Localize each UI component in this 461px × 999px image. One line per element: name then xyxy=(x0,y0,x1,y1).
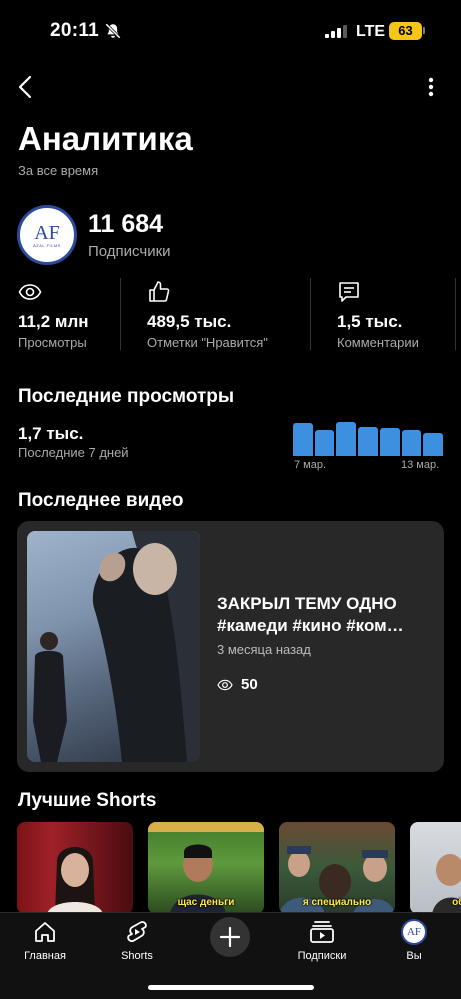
thumbs-up-icon xyxy=(149,281,170,302)
subscriptions-icon xyxy=(310,921,334,943)
chart-bar xyxy=(314,430,335,456)
comment-icon xyxy=(339,282,359,302)
video-title-line: ЗАКРЫЛ ТЕМУ ОДНО xyxy=(217,594,397,613)
recent-views-label: Последние 7 дней xyxy=(18,445,129,460)
divider xyxy=(455,278,456,350)
chart-bar xyxy=(358,427,378,456)
date-range-label: За все время xyxy=(18,163,99,178)
video-thumbnail-image xyxy=(33,531,200,762)
stat-label: Отметки "Нравится" xyxy=(147,335,268,350)
chart-bar xyxy=(336,422,357,456)
tab-label: Главная xyxy=(24,950,66,962)
recent-views-value: 1,7 тыс. xyxy=(18,424,84,443)
avatar: AF xyxy=(401,919,427,945)
tab-label: Shorts xyxy=(121,950,153,962)
subscriber-count: 11 684 xyxy=(88,210,164,238)
eye-icon xyxy=(217,679,233,690)
chart-axis-end: 13 мар. xyxy=(401,459,440,471)
battery-icon: 63 xyxy=(389,22,422,40)
tab-label: Подписки xyxy=(297,950,347,962)
recent-views-chart[interactable] xyxy=(293,420,444,456)
home-indicator xyxy=(148,985,314,990)
shorts-row: щас деньги я специально обе xyxy=(17,822,461,914)
network-type: LTE xyxy=(356,23,386,40)
tab-shorts[interactable]: Shorts xyxy=(102,919,172,971)
video-views: 50 xyxy=(217,676,258,693)
short-caption: обе xyxy=(452,897,461,908)
signal-icon xyxy=(325,24,349,38)
chart-bar xyxy=(423,433,444,456)
short-caption: я специально xyxy=(302,897,372,908)
stat-value: 1,5 тыс. xyxy=(337,312,403,331)
video-title[interactable]: ЗАКРЫЛ ТЕМУ ОДНО #камеди #кино #ком… xyxy=(217,593,432,637)
video-views-count: 50 xyxy=(241,676,258,693)
eye-icon xyxy=(18,284,42,300)
tab-label: Вы xyxy=(406,950,422,962)
home-icon xyxy=(35,922,55,942)
stat-likes[interactable]: 489,5 тыс. Отметки "Нравится" xyxy=(147,280,268,352)
stat-value: 489,5 тыс. xyxy=(147,312,232,331)
stat-views[interactable]: 11,2 млн Просмотры xyxy=(18,280,89,352)
avatar-logo-text: AF xyxy=(34,221,60,244)
short-thumbnail[interactable]: я специально xyxy=(279,822,395,914)
more-options-icon[interactable] xyxy=(419,74,443,100)
battery-cap xyxy=(423,27,425,34)
subscriber-label: Подписчики xyxy=(88,243,171,260)
stat-label: Просмотры xyxy=(18,335,87,350)
chart-bar xyxy=(379,428,400,456)
stat-comments[interactable]: 1,5 тыс. Комментарии xyxy=(337,280,419,352)
video-age: 3 месяца назад xyxy=(217,642,311,657)
section-title-top-shorts: Лучшие Shorts xyxy=(18,790,157,811)
tab-subscriptions[interactable]: Подписки xyxy=(287,919,357,971)
tab-you[interactable]: AF Вы xyxy=(379,919,449,971)
video-title-line: #камеди #кино #ком… xyxy=(217,616,404,635)
divider xyxy=(120,278,121,350)
chart-axis-start: 7 мар. xyxy=(294,459,327,471)
channel-avatar: AF AZAL FILMS xyxy=(17,205,77,265)
plus-icon xyxy=(219,926,241,948)
section-title-latest-video: Последнее видео xyxy=(18,490,184,511)
latest-video-card[interactable]: ЗАКРЫЛ ТЕМУ ОДНО #камеди #кино #ком… 3 м… xyxy=(17,521,444,772)
tab-home[interactable]: Главная xyxy=(10,919,80,971)
status-bar: 20:11 LTE 63 xyxy=(0,0,461,60)
short-caption: щас деньги xyxy=(177,897,235,908)
avatar-logo-subtext: AZAL FILMS xyxy=(33,242,61,248)
short-thumbnail[interactable] xyxy=(17,822,133,914)
stat-value: 11,2 млн xyxy=(18,312,89,331)
bell-off-icon xyxy=(105,23,121,39)
chart-bar xyxy=(401,430,422,456)
stat-label: Комментарии xyxy=(337,335,419,350)
divider xyxy=(310,278,311,350)
section-title-recent-views: Последние просмотры xyxy=(18,386,235,407)
short-thumbnail[interactable]: щас деньги xyxy=(148,822,264,914)
chart-bar xyxy=(293,423,313,456)
back-button[interactable] xyxy=(14,74,40,100)
short-thumbnail[interactable]: обе xyxy=(410,822,461,914)
status-time: 20:11 xyxy=(50,20,100,41)
page-title: Аналитика xyxy=(18,120,193,157)
create-button[interactable] xyxy=(210,917,250,957)
video-thumbnail[interactable] xyxy=(27,531,200,762)
shorts-icon xyxy=(127,921,147,943)
